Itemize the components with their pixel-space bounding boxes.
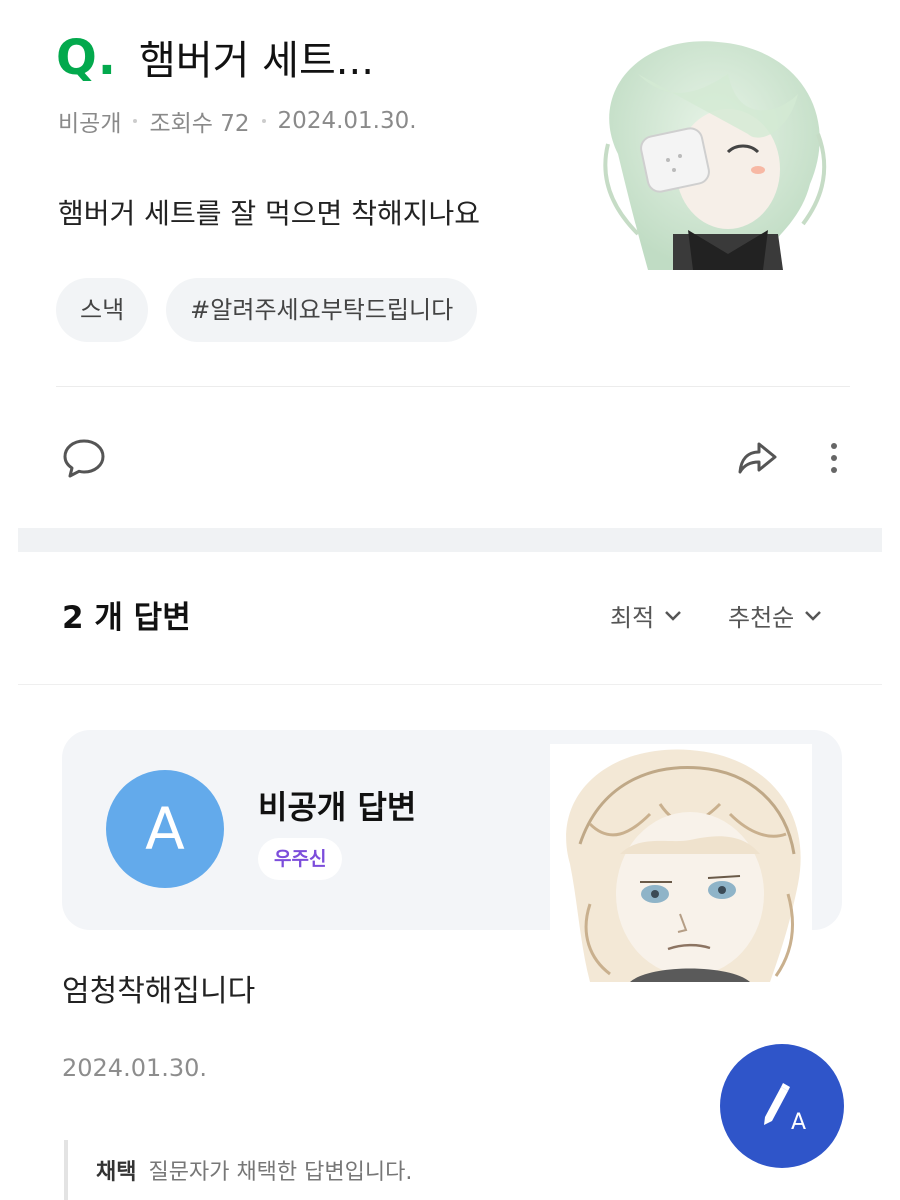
adopted-text: 질문자가 채택한 답변입니다. [148,1160,413,1185]
sort-best-label: 최적 [610,604,655,632]
share-button[interactable] [730,430,786,486]
divider [56,386,850,387]
adopted-label: 채택 [96,1160,137,1185]
more-vertical-icon [831,443,837,473]
avatar[interactable]: A [106,770,224,888]
comment-icon [63,439,105,478]
question-mark-logo: Q. [56,30,118,86]
character-illustration [550,744,812,982]
section-separator [18,528,882,552]
write-answer-icon: A [764,1083,806,1135]
answer-author-name: 비공개 답변 [258,788,417,826]
answers-count: 2 개 답변 [62,600,191,636]
character-illustration [578,34,840,270]
sort-recommend-label: 추천순 [728,604,795,632]
divider [18,684,882,685]
question-author: 비공개 [58,111,122,137]
qna-page: Q. 햄버거 세트... 비공개 조회수 72 2024.01.30. 햄버거 … [0,0,900,1200]
question-meta: 비공개 조회수 72 2024.01.30. [58,104,417,138]
svg-text:A: A [791,1110,806,1135]
chevron-down-icon [805,610,822,621]
question-date: 2024.01.30. [277,108,417,134]
answer-body: 엄청착해집니다 [62,974,256,1009]
meta-separator [133,119,138,123]
more-button[interactable] [814,430,854,486]
chevron-down-icon [665,610,682,621]
question-body: 햄버거 세트를 잘 먹으면 착해지나요 [58,197,481,230]
question-tags: 스낵 #알려주세요부탁드립니다 [56,278,478,342]
tag-hashtag[interactable]: #알려주세요부탁드립니다 [166,278,478,342]
sort-best-dropdown[interactable]: 최적 [610,598,682,633]
share-icon [738,442,777,474]
question-title: 햄버거 세트... [139,38,374,84]
question-actions [56,430,856,490]
answer-date: 2024.01.30. [62,1054,208,1082]
adopted-answer-note: 채택 질문자가 채택한 답변입니다. [64,1140,412,1200]
question-title-row: Q. 햄버거 세트... [56,28,374,91]
write-answer-button[interactable]: A [720,1044,844,1168]
sort-recommend-dropdown[interactable]: 추천순 [728,598,822,633]
tag-category[interactable]: 스낵 [56,278,149,342]
question-views: 조회수 72 [149,111,250,137]
meta-separator [261,119,266,123]
grade-badge: 우주신 [258,838,343,880]
comment-button[interactable] [56,430,112,486]
